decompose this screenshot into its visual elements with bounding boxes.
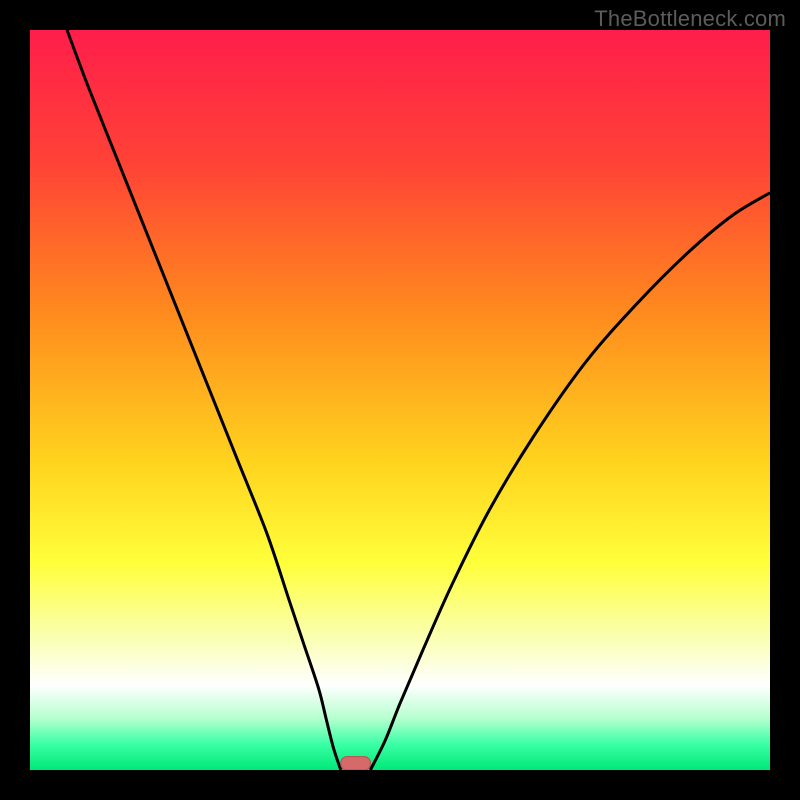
chart-frame: [30, 30, 770, 770]
bottleneck-chart: [30, 30, 770, 770]
watermark-text: TheBottleneck.com: [594, 6, 786, 32]
bottleneck-marker: [341, 757, 371, 770]
chart-background: [30, 30, 770, 770]
